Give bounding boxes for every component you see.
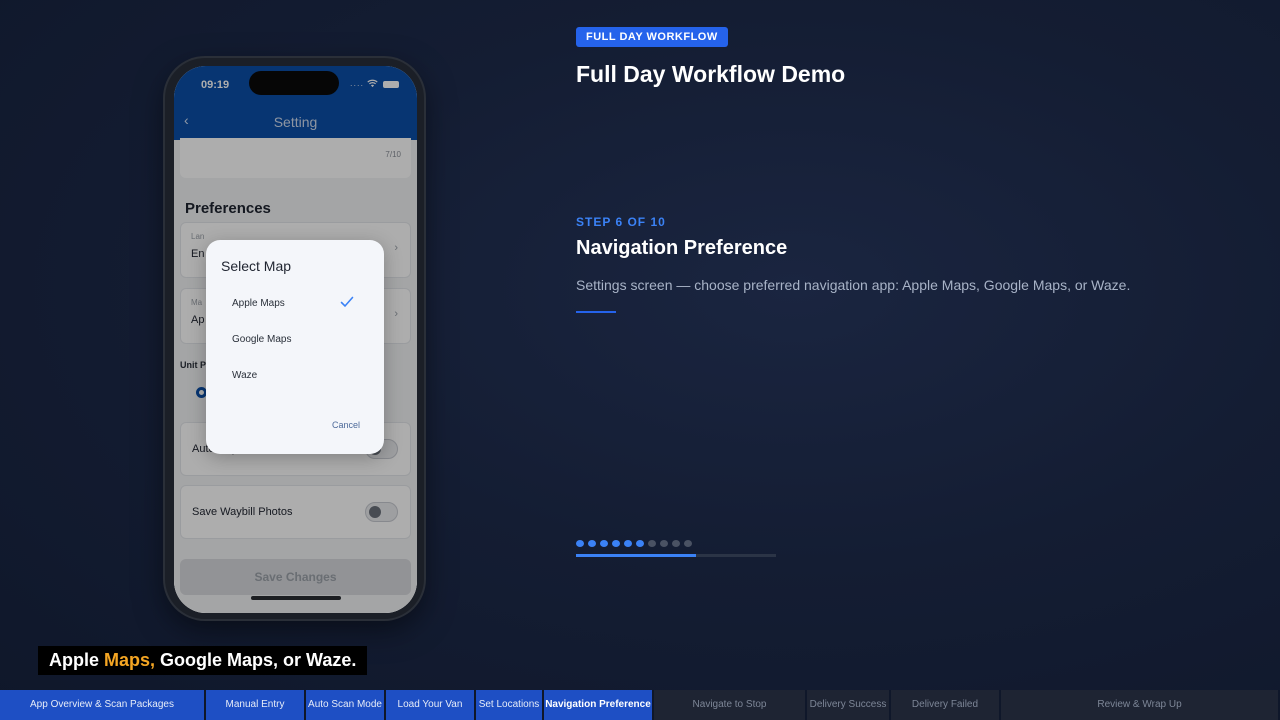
step-description: Settings screen — choose preferred navig…: [576, 277, 1131, 293]
progress-fill: [576, 554, 696, 557]
chapter-3[interactable]: Auto Scan Mode: [306, 690, 386, 720]
accent-divider: [576, 311, 616, 313]
phone-mockup: 09:19 .... ‹ Setting 7/10 Preferences La…: [165, 58, 424, 619]
step-title: Navigation Preference: [576, 237, 788, 259]
dialog-cancel-button[interactable]: Cancel: [332, 420, 360, 430]
chapter-2[interactable]: Manual Entry: [206, 690, 306, 720]
step-dot: [648, 540, 656, 547]
step-dot: [600, 540, 608, 547]
phone-screen: 09:19 .... ‹ Setting 7/10 Preferences La…: [174, 66, 417, 613]
option-waze[interactable]: Waze: [232, 370, 257, 381]
chapter-nav: App Overview & Scan Packages Manual Entr…: [0, 690, 1280, 720]
chapter-9[interactable]: Delivery Failed: [891, 690, 1001, 720]
chapter-4[interactable]: Load Your Van: [386, 690, 476, 720]
subtitle-caption: Apple Maps, Google Maps, or Waze.: [38, 646, 368, 675]
workflow-badge: FULL DAY WORKFLOW: [576, 27, 728, 47]
step-dot: [624, 540, 632, 547]
caption-highlight: Maps,: [104, 650, 156, 670]
step-dots: [576, 540, 692, 547]
option-apple-maps[interactable]: Apple Maps: [232, 298, 285, 309]
caption-before: Apple: [49, 650, 105, 670]
select-map-dialog: Select Map Apple Maps Google Maps Waze C…: [206, 240, 384, 454]
progress-track: [576, 554, 776, 557]
chapter-6[interactable]: Navigation Preference: [544, 690, 654, 720]
step-dot: [576, 540, 584, 547]
step-label: STEP 6 OF 10: [576, 215, 666, 229]
caption-after: Google Maps, or Waze.: [155, 650, 357, 670]
chapter-5[interactable]: Set Locations: [476, 690, 544, 720]
step-dot: [612, 540, 620, 547]
chapter-8[interactable]: Delivery Success: [807, 690, 891, 720]
dialog-title: Select Map: [221, 258, 292, 274]
chapter-1[interactable]: App Overview & Scan Packages: [0, 690, 206, 720]
option-google-maps[interactable]: Google Maps: [232, 334, 291, 345]
step-dot: [660, 540, 668, 547]
page-title: Full Day Workflow Demo: [576, 61, 846, 87]
step-dot: [684, 540, 692, 547]
chapter-7[interactable]: Navigate to Stop: [654, 690, 807, 720]
check-icon: [340, 296, 354, 308]
step-dot: [588, 540, 596, 547]
step-dot: [672, 540, 680, 547]
step-dot: [636, 540, 644, 547]
chapter-10[interactable]: Review & Wrap Up: [1001, 690, 1280, 720]
